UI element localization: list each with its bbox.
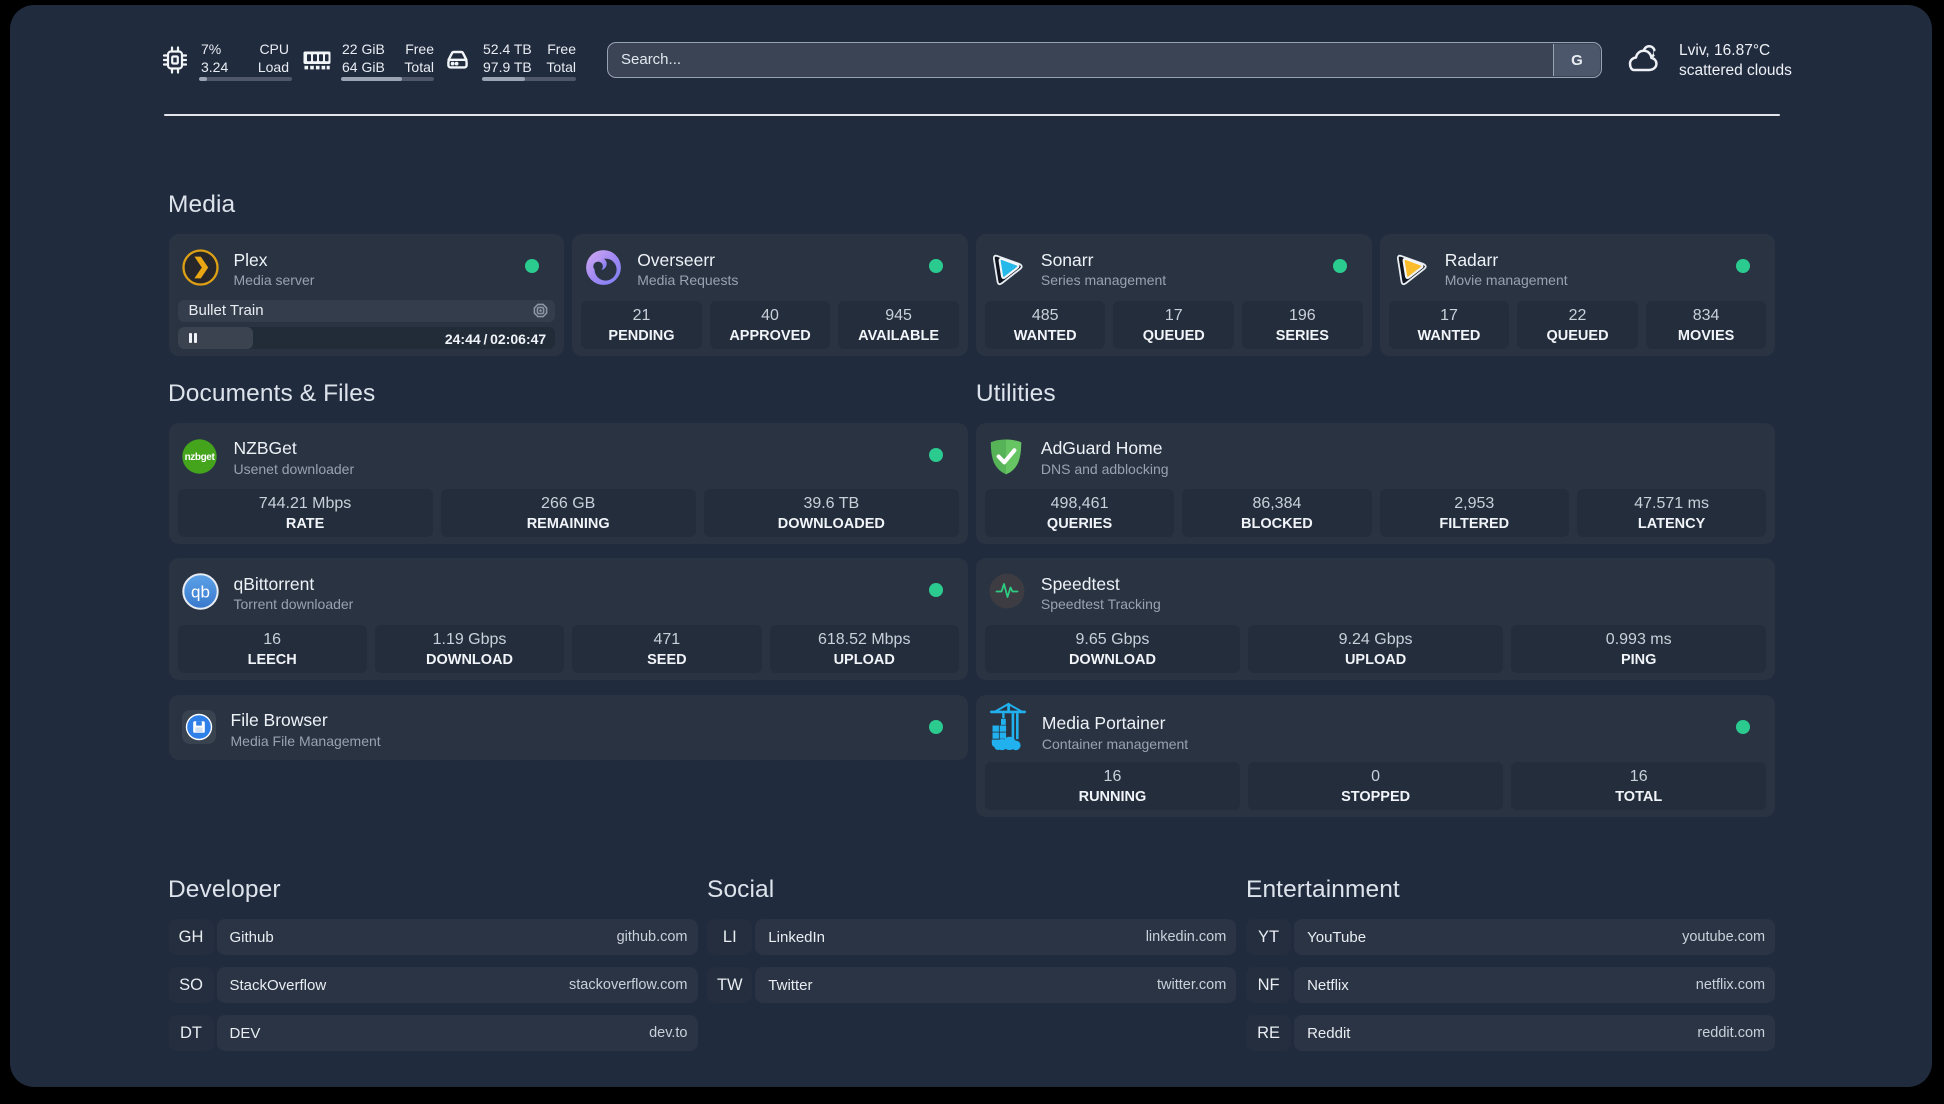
svg-text:qb: qb [191, 583, 210, 602]
svg-text:nzbget: nzbget [184, 452, 215, 463]
